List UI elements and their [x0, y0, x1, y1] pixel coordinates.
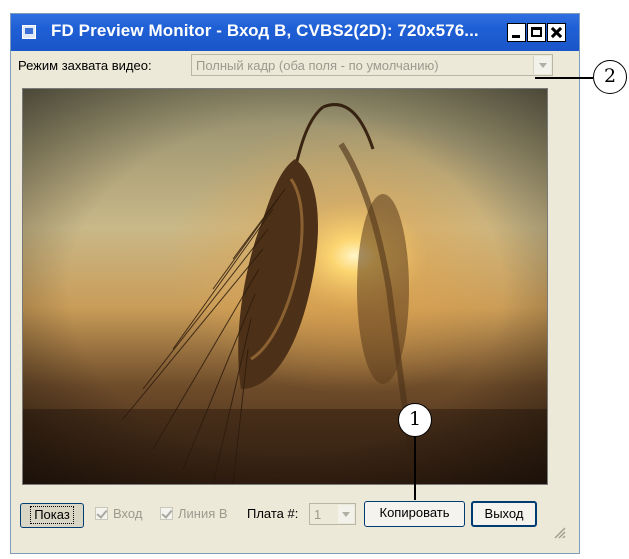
show-button-label: Показ: [30, 506, 74, 524]
video-preview: [22, 88, 548, 485]
line-b-checkbox[interactable]: [160, 507, 173, 520]
input-checkbox-label: Вход: [113, 506, 143, 521]
capture-mode-value: Полный кадр (оба поля - по умолчанию): [196, 58, 439, 73]
resize-grip-icon[interactable]: [552, 525, 566, 539]
title-bar[interactable]: FD Preview Monitor - Вход B, CVBS2(2D): …: [11, 14, 579, 51]
close-button[interactable]: [547, 23, 566, 42]
callout-2-leader: [535, 77, 593, 79]
wheat-ear-image: [23, 89, 547, 484]
callout-1: 1: [398, 403, 432, 437]
board-number-value: 1: [314, 507, 322, 522]
maximize-button[interactable]: [527, 23, 546, 42]
callout-2: 2: [593, 60, 627, 94]
exit-button[interactable]: Выход: [471, 501, 537, 527]
show-button[interactable]: Показ: [20, 503, 84, 528]
capture-mode-label: Режим захвата видео:: [18, 58, 152, 73]
chevron-down-icon[interactable]: [533, 56, 551, 74]
app-icon: [22, 25, 36, 39]
callout-1-leader: [414, 437, 416, 500]
capture-mode-select[interactable]: Полный кадр (оба поля - по умолчанию): [191, 54, 553, 76]
input-checkbox[interactable]: [95, 507, 108, 520]
line-b-checkbox-label: Линия B: [178, 506, 228, 521]
board-number-select[interactable]: 1: [309, 503, 356, 525]
minimize-button[interactable]: [507, 23, 526, 42]
chevron-down-icon[interactable]: [338, 505, 354, 523]
window-title: FD Preview Monitor - Вход B, CVBS2(2D): …: [51, 21, 479, 40]
copy-button[interactable]: Копировать: [364, 501, 465, 527]
board-number-label: Плата #:: [247, 506, 299, 521]
